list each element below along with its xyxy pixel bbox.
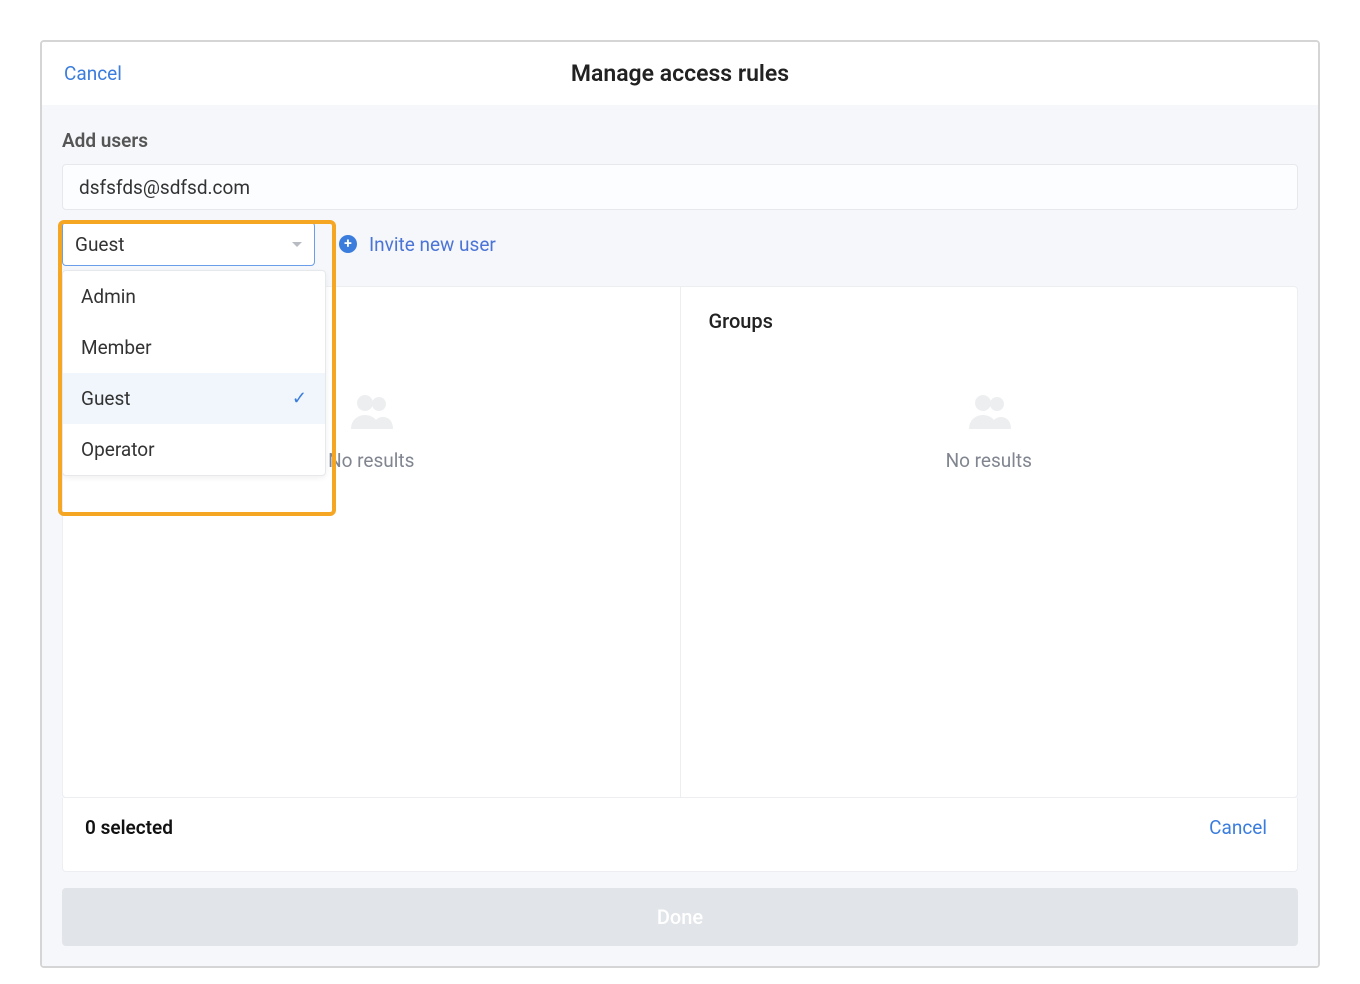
done-button[interactable]: Done (62, 888, 1298, 946)
invite-link-label: Invite new user (369, 233, 496, 256)
email-field[interactable] (62, 164, 1298, 210)
groups-empty-state: No results (709, 393, 1270, 472)
dialog-container: Cancel Manage access rules Add users Gue… (40, 40, 1320, 968)
role-dropdown: Admin Member Guest ✓ Operator (62, 270, 326, 476)
groups-empty-text: No results (946, 449, 1032, 472)
role-option-label: Admin (81, 285, 136, 308)
role-select[interactable]: Guest (62, 222, 315, 266)
role-option-label: Member (81, 336, 152, 359)
role-option-label: Operator (81, 438, 155, 461)
role-option-member[interactable]: Member (63, 322, 325, 373)
role-row: Guest Admin Member Guest ✓ Operat (62, 222, 1298, 266)
role-option-guest[interactable]: Guest ✓ (63, 373, 325, 424)
selection-cancel-link[interactable]: Cancel (1209, 816, 1267, 839)
chevron-down-icon (292, 242, 302, 247)
selection-footer: 0 selected Cancel (62, 798, 1298, 872)
user-group-icon (347, 393, 395, 431)
add-users-label: Add users (62, 129, 1298, 152)
selected-count: 0 selected (85, 816, 173, 839)
check-icon: ✓ (292, 388, 307, 409)
dialog-body: Add users Guest Admin Member Guest (42, 105, 1318, 966)
dialog-title: Manage access rules (571, 60, 789, 87)
groups-panel-title: Groups (709, 309, 1270, 333)
plus-circle-icon: + (339, 235, 357, 253)
user-group-icon (965, 393, 1013, 431)
role-option-operator[interactable]: Operator (63, 424, 325, 475)
cancel-link[interactable]: Cancel (64, 62, 122, 85)
groups-panel: Groups No results (681, 287, 1298, 797)
dialog-header: Cancel Manage access rules (42, 42, 1318, 105)
role-option-label: Guest (81, 387, 131, 410)
invite-new-user-link[interactable]: + Invite new user (339, 233, 496, 256)
role-select-value: Guest (75, 233, 125, 256)
role-option-admin[interactable]: Admin (63, 271, 325, 322)
users-empty-text: No results (328, 449, 414, 472)
